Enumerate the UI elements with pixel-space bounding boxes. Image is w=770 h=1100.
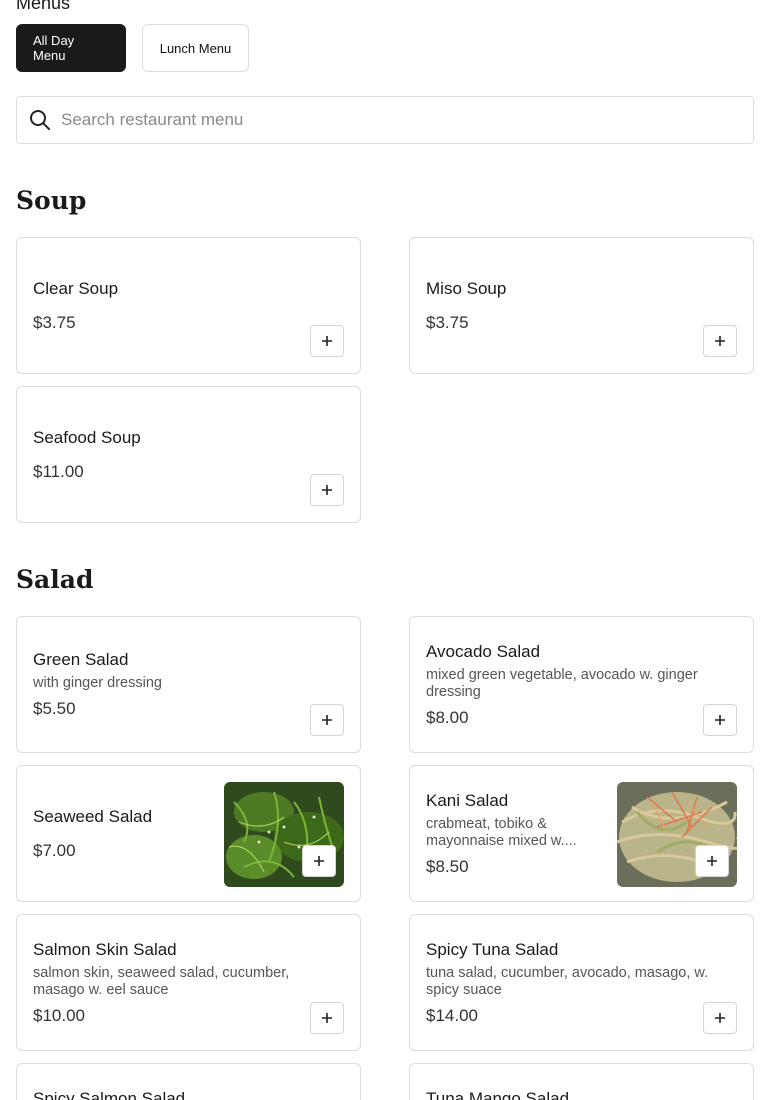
plus-icon [715, 715, 725, 725]
item-name: Avocado Salad [426, 641, 541, 661]
kani-salad-photo [617, 782, 737, 887]
menu-item-card[interactable]: Avocado Salad mixed green vegetable, avo… [409, 616, 754, 753]
item-price: $10.00 [33, 1005, 85, 1025]
item-name: Clear Soup [33, 278, 119, 298]
item-price: $11.00 [33, 461, 84, 481]
plus-icon [715, 1013, 725, 1023]
item-description: mixed green vegetable, avocado w. ginger… [426, 666, 698, 700]
add-item-button[interactable] [302, 845, 336, 877]
item-name: Seafood Soup [33, 427, 141, 447]
item-name: Seaweed Salad [33, 806, 153, 826]
item-price: $14.00 [426, 1005, 478, 1025]
item-price: $3.75 [426, 312, 469, 332]
item-name: Kani Salad [426, 790, 509, 810]
item-name: Spicy Tuna Salad [426, 939, 559, 959]
section-title-soup: Soup [16, 186, 87, 215]
item-price: $8.00 [426, 707, 469, 727]
item-description: with ginger dressing [33, 675, 162, 691]
item-price: $8.50 [426, 856, 469, 876]
menus-heading: Menus [16, 0, 71, 13]
menu-item-card[interactable]: Spicy Tuna Salad tuna salad, cucumber, a… [409, 914, 754, 1051]
item-description: crabmeat, tobiko & mayonnaise mixed w...… [426, 815, 577, 849]
menu-item-card[interactable]: Kani Salad crabmeat, tobiko & mayonnaise… [409, 765, 754, 902]
search-bar [16, 96, 754, 144]
menu-item-card[interactable]: Miso Soup $3.75 [409, 237, 754, 374]
add-item-button[interactable] [310, 325, 344, 357]
add-item-button[interactable] [310, 1002, 344, 1034]
item-name: Tuna Mango Salad [426, 1089, 570, 1100]
seaweed-salad-photo [224, 782, 344, 887]
add-item-button[interactable] [703, 1002, 737, 1034]
item-name: Spicy Salmon Salad [33, 1089, 186, 1100]
plus-icon [322, 336, 332, 346]
add-item-button[interactable] [703, 325, 737, 357]
menu-item-card[interactable]: Seafood Soup $11.00 [16, 386, 361, 523]
menu-item-card[interactable]: Green Salad with ginger dressing $5.50 [16, 616, 361, 753]
item-price: $3.75 [33, 312, 76, 332]
add-item-button[interactable] [310, 474, 344, 506]
item-name: Green Salad [33, 650, 129, 669]
item-description: tuna salad, cucumber, avocado, masago, w… [426, 964, 709, 998]
item-name: Salmon Skin Salad [33, 939, 177, 959]
item-name: Miso Soup [426, 278, 507, 298]
plus-icon [322, 715, 332, 725]
menu-item-card[interactable]: Salmon Skin Salad salmon skin, seaweed s… [16, 914, 361, 1051]
menu-tabs: All Day Menu Lunch Menu [16, 24, 249, 72]
menu-item-card[interactable]: Tuna Mango Salad [409, 1063, 754, 1100]
plus-icon [322, 485, 332, 495]
section-title-salad: Salad [16, 565, 94, 594]
add-item-button[interactable] [703, 704, 737, 736]
tab-all-day-menu[interactable]: All Day Menu [16, 24, 126, 72]
add-item-button[interactable] [310, 704, 344, 736]
tab-lunch-menu[interactable]: Lunch Menu [142, 24, 249, 72]
plus-icon [715, 336, 725, 346]
search-icon [29, 109, 51, 131]
item-price: $7.00 [33, 840, 76, 860]
plus-icon [707, 856, 717, 866]
plus-icon [314, 856, 324, 866]
menu-item-card[interactable]: Seaweed Salad $7.00 [16, 765, 361, 902]
item-description: salmon skin, seaweed salad, cucumber, ma… [33, 964, 290, 998]
item-price: $5.50 [33, 699, 76, 718]
plus-icon [322, 1013, 332, 1023]
menu-item-card[interactable]: Clear Soup $3.75 [16, 237, 361, 374]
add-item-button[interactable] [695, 845, 729, 877]
menu-item-card[interactable]: Spicy Salmon Salad [16, 1063, 361, 1100]
search-input[interactable] [61, 110, 721, 130]
